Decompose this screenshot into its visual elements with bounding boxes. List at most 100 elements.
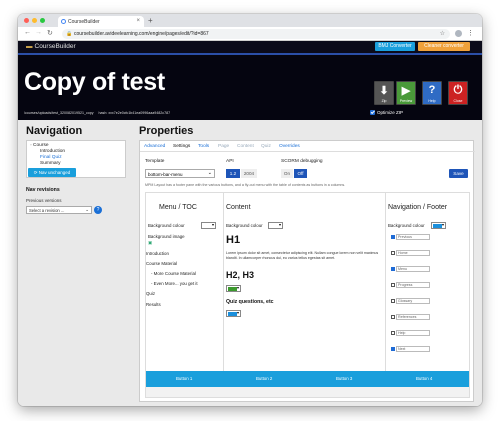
footer-button-2[interactable]: Button 2 (256, 376, 272, 381)
revision-help-icon[interactable]: ? (94, 206, 102, 214)
tab-advanced[interactable]: Advanced (144, 144, 165, 149)
optimize-zip-toggle[interactable]: Optimize ZIP (370, 110, 403, 115)
address-bar-row: ← → ↻ 🔒 coursebuilder.avideelearning.com… (18, 27, 482, 41)
tab-tools[interactable]: Tools (198, 144, 209, 149)
tab-strip: CourseBuilder × + (18, 14, 482, 27)
navigation-heading: Navigation (26, 125, 83, 137)
references-checkbox[interactable] (391, 314, 395, 319)
previous-checkbox[interactable] (391, 234, 395, 239)
scorm-off-option[interactable]: Off (294, 169, 307, 178)
menu-item-course-material[interactable]: Course Material (146, 261, 177, 266)
api-label: API (226, 159, 234, 164)
course-hash-text: hash: xxx7e2e0cfc1b41ea0996aaa9482c787 (98, 111, 171, 115)
url-field[interactable]: 🔒 coursebuilder.avideelearning.com/engin… (62, 29, 450, 39)
browser-window: CourseBuilder × + ← → ↻ 🔒 coursebuilder.… (18, 14, 482, 406)
power-icon: ⏻ (453, 84, 463, 96)
scorm-debugging-label: SCORM debugging (281, 159, 323, 164)
home-checkbox[interactable] (391, 250, 395, 255)
bmj-converter-button[interactable]: BMJ Converter (375, 42, 415, 51)
chevron-down-icon: ▾ (236, 285, 239, 290)
next-checkbox[interactable] (391, 346, 395, 351)
cleaner-converter-button[interactable]: Cleaner converter (418, 42, 470, 51)
help-button[interactable]: ? Help (422, 81, 442, 105)
sample-h1: H1 (226, 234, 241, 246)
progress-field[interactable]: Progress (396, 282, 430, 288)
optimize-zip-checkbox[interactable] (370, 110, 375, 115)
bookmark-star-icon[interactable]: ☆ (440, 30, 445, 37)
help-field[interactable]: Help (396, 330, 430, 336)
template-label: Template (145, 159, 165, 164)
menu-item-introduction[interactable]: Introduction (146, 251, 169, 256)
maximize-window-button[interactable] (40, 18, 45, 23)
menu-toc-heading: Menu / TOC (159, 204, 197, 211)
menu-item-even-more[interactable]: - Even More... you get it (151, 281, 198, 286)
page-title: Copy of test (24, 68, 165, 96)
home-field[interactable]: Home (396, 250, 430, 256)
progress-checkbox[interactable] (391, 282, 395, 287)
menu-bg-colour-picker[interactable]: ▾ (201, 222, 216, 229)
footer-row-help: Help (391, 330, 430, 336)
tree-item-summary[interactable]: Summary (40, 161, 61, 166)
help-icon: ? (428, 84, 436, 96)
previous-field[interactable]: Previous (396, 234, 430, 240)
browser-menu-icon[interactable]: ⋮ (467, 29, 474, 37)
menu-item-quiz[interactable]: Quiz (146, 291, 155, 296)
nav-unchanged-button[interactable]: ⟳ Nav unchanged (28, 168, 76, 177)
colour-swatch (228, 312, 237, 316)
browser-tab[interactable]: CourseBuilder × (58, 16, 144, 27)
footer-button-3[interactable]: Button 3 (336, 376, 352, 381)
tab-quiz[interactable]: Quiz (261, 144, 271, 149)
close-button[interactable]: ⏻ Close (448, 81, 468, 105)
tree-item-final-quiz[interactable]: Final Quiz (40, 155, 62, 160)
footer-row-home: Home (391, 250, 430, 256)
scorm-on-option[interactable]: On (281, 169, 293, 178)
zip-button[interactable]: ⬇ Zip (374, 81, 394, 105)
tab-content[interactable]: Content (237, 144, 254, 149)
lock-icon: 🔒 (66, 31, 73, 37)
menu-field[interactable]: Menu (396, 266, 430, 272)
menu-item-more-course-material[interactable]: - More Course Material (151, 271, 196, 276)
revision-select-value: Select a revision ... (29, 208, 65, 213)
content-bg-colour-picker[interactable]: ▾ (268, 222, 283, 229)
glossary-checkbox[interactable] (391, 298, 395, 303)
api-option-1-2[interactable]: 1.2 (226, 169, 240, 178)
url-text: coursebuilder.avideelearning.com/engine/… (74, 31, 209, 37)
nav-revisions-heading: Nav revisions (26, 187, 60, 193)
tab-close-icon[interactable]: × (136, 18, 140, 24)
back-icon[interactable]: ← (24, 29, 31, 36)
api-option-2004[interactable]: 2004 (241, 169, 257, 178)
tab-page[interactable]: Page (218, 144, 229, 149)
next-field[interactable]: Next (396, 346, 430, 352)
reload-icon[interactable]: ↻ (47, 29, 53, 37)
tree-item-course[interactable]: ▫ Course (30, 143, 49, 148)
save-button[interactable]: Save (449, 169, 468, 178)
close-window-button[interactable] (24, 18, 29, 23)
tab-settings[interactable]: Settings (173, 144, 190, 149)
menu-item-results[interactable]: Results (146, 302, 161, 307)
revision-select[interactable]: Select a revision ... ⌄ (26, 206, 92, 214)
glossary-field[interactable]: Glossary (396, 298, 430, 304)
minimize-window-button[interactable] (32, 18, 37, 23)
tab-overrides[interactable]: Overrides (279, 144, 300, 149)
footer-bg-colour-picker[interactable]: ▾ (431, 222, 446, 229)
footer-row-menu: Menu (391, 266, 430, 272)
brand-logo[interactable]: ▬ CourseBuilder (26, 43, 76, 50)
profile-avatar-icon[interactable] (455, 30, 462, 37)
heading-colour-picker[interactable]: ▾ (226, 285, 241, 292)
template-select-value: bottom-bar-menu (148, 171, 183, 177)
collapse-icon[interactable]: ▫ (30, 143, 32, 148)
quiz-colour-picker[interactable]: ▾ (226, 310, 241, 317)
chevron-down-icon: ▾ (441, 222, 444, 227)
tree-item-introduction[interactable]: Introduction (40, 149, 65, 154)
template-select[interactable]: bottom-bar-menu ⌄ (145, 169, 215, 178)
references-field[interactable]: References (396, 314, 430, 320)
menu-checkbox[interactable] (391, 266, 395, 271)
colour-swatch (433, 224, 442, 228)
help-checkbox[interactable] (391, 330, 395, 335)
new-tab-icon[interactable]: + (148, 16, 153, 25)
preview-button[interactable]: ▶ Preview (396, 81, 416, 105)
footer-button-4[interactable]: Button 4 (416, 376, 432, 381)
forward-icon[interactable]: → (35, 29, 42, 36)
footer-button-1[interactable]: Button 1 (176, 376, 192, 381)
course-path-text: /courses/uploads/test_320082019521_copy (24, 111, 94, 115)
